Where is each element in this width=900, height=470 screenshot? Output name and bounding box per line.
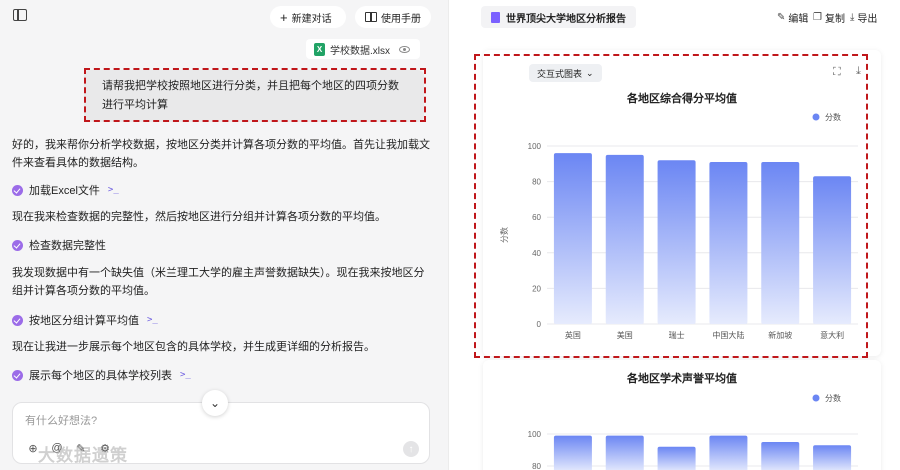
- copy-label: 复制: [824, 14, 845, 25]
- plus-icon: +: [280, 9, 288, 25]
- x-tick-label: 中国大陆: [712, 330, 744, 340]
- check-circle-icon: [12, 369, 23, 381]
- chat-input[interactable]: [25, 415, 405, 427]
- manual-label: 使用手册: [381, 13, 421, 25]
- y-tick-label: 40: [532, 249, 541, 258]
- edit-icon: ✎: [777, 12, 786, 23]
- check-circle-icon: [12, 314, 23, 326]
- bar: [605, 435, 644, 470]
- step-check-integrity[interactable]: 检查数据完整性: [12, 237, 106, 253]
- export-button[interactable]: ⤓ 导出: [850, 10, 877, 25]
- dropdown-label: 交互式图表: [537, 68, 583, 79]
- chevron-down-icon[interactable]: ⌄: [202, 390, 228, 416]
- legend-label: 分数: [825, 393, 841, 403]
- x-tick-label: 英国: [565, 330, 581, 340]
- chart-card-academic: 各地区学术声誉平均值分数 80 100: [483, 360, 881, 470]
- chat-topbar: + 新建对话 使用手册: [0, 0, 448, 34]
- new-chat-button[interactable]: + 新建对话: [270, 6, 346, 28]
- bar: [605, 154, 644, 324]
- document-tab[interactable]: 世界顶尖大学地区分析报告: [481, 6, 636, 28]
- bar: [761, 442, 800, 470]
- chart-type-dropdown[interactable]: 交互式图表 ⌄: [529, 64, 602, 82]
- sidebar-toggle-icon[interactable]: [13, 9, 27, 21]
- book-icon: [365, 12, 377, 22]
- new-chat-label: 新建对话: [291, 13, 332, 25]
- report-panel: 世界顶尖大学地区分析报告 ✎ 编辑 ❐ 复制 ⤓ 导出 交互式图表 ⌄ ⛶ ⤓ …: [448, 0, 900, 470]
- bar: [761, 162, 800, 324]
- manual-button[interactable]: 使用手册: [355, 6, 431, 28]
- expand-icon[interactable]: ⛶: [833, 66, 841, 79]
- bar: [709, 162, 748, 324]
- assistant-message: 现在让我进一步展示每个地区包含的具体学校，并生成更详细的分析报告。: [12, 341, 375, 353]
- step-load-excel[interactable]: 加载Excel文件 >_: [12, 182, 119, 198]
- y-tick-label: 100: [528, 430, 542, 439]
- copy-button[interactable]: ❐ 复制: [813, 10, 845, 25]
- attachment-name: 学校数据.xlsx: [330, 45, 390, 57]
- send-icon[interactable]: ↑: [403, 441, 419, 457]
- legend-label: 分数: [825, 112, 841, 122]
- edit-label: 编辑: [788, 14, 809, 25]
- export-label: 导出: [857, 14, 878, 25]
- y-tick-label: 0: [537, 320, 542, 329]
- bar-chart-academic: 各地区学术声誉平均值分数 80 100: [528, 371, 858, 470]
- edit-button[interactable]: ✎ 编辑: [777, 10, 808, 25]
- check-circle-icon: [12, 239, 23, 251]
- y-tick-label: 20: [532, 284, 541, 293]
- document-icon: [491, 11, 500, 23]
- step-label: 展示每个地区的具体学校列表: [29, 370, 172, 382]
- user-message: 请帮我把学校按照地区进行分类，并且把每个地区的四项分数进行平均计算: [84, 70, 424, 122]
- download-icon: ⤓: [850, 12, 855, 23]
- watermark: 大数据遗策: [38, 446, 128, 465]
- step-label: 检查数据完整性: [29, 240, 106, 252]
- assistant-message: 好的，我来帮你分析学校数据，按地区分类并计算各项分数的平均值。首先让我加载文件来…: [12, 139, 430, 169]
- y-tick-label: 60: [532, 213, 541, 222]
- check-circle-icon: [12, 184, 23, 196]
- terminal-icon: >_: [107, 185, 119, 195]
- eye-icon[interactable]: [399, 45, 410, 53]
- y-axis-label: 分数: [499, 227, 509, 243]
- bar: [709, 435, 748, 470]
- x-tick-label: 瑞士: [669, 330, 685, 340]
- x-tick-label: 美国: [617, 330, 633, 340]
- terminal-icon: >_: [147, 315, 158, 325]
- y-tick-label: 100: [528, 142, 542, 151]
- x-tick-label: 意大利: [820, 330, 844, 340]
- bar: [657, 446, 696, 470]
- legend-marker: [812, 113, 820, 121]
- bar: [553, 435, 592, 470]
- bar-chart-overall: 各地区综合得分平均值分数 0 20 40 60 80 100 分数英国 美国 瑞士 中国大陆 新加坡 意…: [499, 91, 858, 340]
- y-tick-label: 80: [532, 178, 541, 187]
- assistant-message: 现在我来检查数据的完整性，然后按地区进行分组并计算各项分数的平均值。: [12, 211, 386, 223]
- step-label: 加载Excel文件: [29, 185, 100, 197]
- bar: [657, 160, 696, 324]
- assistant-message: 我发现数据中有一个缺失值（米兰理工大学的雇主声誉数据缺失）。现在我来按地区分组并…: [12, 267, 425, 297]
- x-tick-label: 新加坡: [768, 330, 792, 340]
- bar: [813, 445, 852, 470]
- chart-card-overall: 交互式图表 ⌄ ⛶ ⤓ 各地区综合得分平均值分数 0 20 40 60 80 100 分数英国…: [483, 50, 881, 356]
- download-icon[interactable]: ⤓: [856, 65, 861, 78]
- chevron-down-icon: ⌄: [586, 67, 594, 78]
- chart-title: 各地区学术声誉平均值: [626, 371, 737, 385]
- bar: [813, 176, 852, 324]
- step-group-average[interactable]: 按地区分组计算平均值 >_: [12, 312, 158, 328]
- step-label: 按地区分组计算平均值: [29, 315, 139, 327]
- copy-icon: ❐: [813, 12, 822, 23]
- step-school-list[interactable]: 展示每个地区的具体学校列表 >_: [12, 367, 191, 383]
- y-tick-label: 80: [532, 462, 541, 470]
- excel-file-icon: X: [314, 42, 325, 56]
- terminal-icon: >_: [180, 370, 191, 380]
- document-title: 世界顶尖大学地区分析报告: [506, 13, 626, 25]
- legend-marker: [812, 394, 820, 402]
- chat-panel: + 新建对话 使用手册 X 学校数据.xlsx 请帮我把学校按照地区进行分类，并…: [0, 0, 448, 470]
- bar: [553, 153, 592, 324]
- attachment-chip[interactable]: X 学校数据.xlsx: [306, 39, 420, 59]
- chart-title: 各地区综合得分平均值: [626, 91, 737, 105]
